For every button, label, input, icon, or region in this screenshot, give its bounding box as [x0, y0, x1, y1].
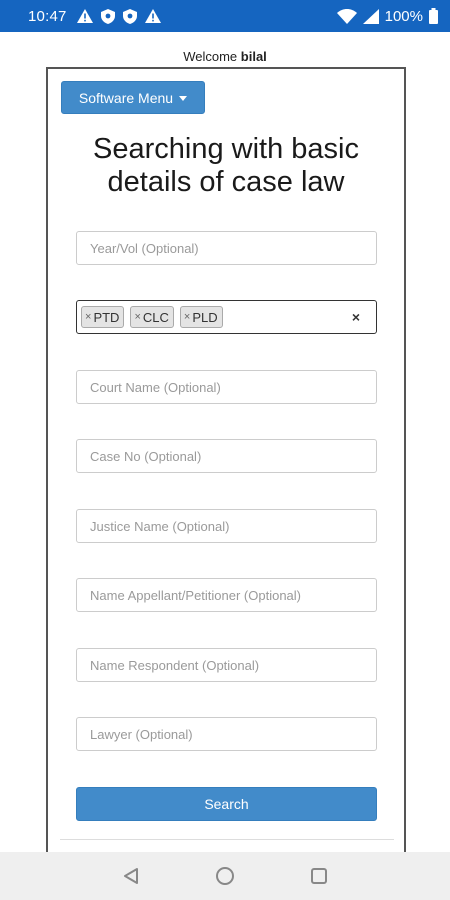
- lawyer-input[interactable]: [76, 717, 377, 751]
- welcome-prefix: Welcome: [183, 49, 238, 64]
- divider: [60, 839, 394, 840]
- back-triangle-icon: [124, 868, 138, 884]
- welcome-message: Welcome bilal: [0, 49, 450, 64]
- tag-remove-icon[interactable]: ×: [85, 311, 91, 323]
- respondent-input[interactable]: [76, 648, 377, 682]
- tag-remove-icon[interactable]: ×: [134, 311, 140, 323]
- shield-icon: [122, 8, 137, 24]
- search-button[interactable]: Search: [76, 787, 377, 821]
- welcome-username: bilal: [240, 49, 267, 64]
- status-bar: 10:47 100%: [0, 0, 450, 32]
- search-card: Software Menu Searching with basic detai…: [46, 67, 406, 867]
- status-time: 10:47: [28, 7, 67, 25]
- journal-multiselect[interactable]: × PTD × CLC × PLD ×: [76, 300, 377, 334]
- justice-name-input[interactable]: [76, 509, 377, 543]
- software-menu-label: Software Menu: [78, 89, 174, 106]
- year-vol-input[interactable]: [76, 231, 377, 265]
- tag-remove-icon[interactable]: ×: [184, 311, 190, 323]
- status-right: 100%: [336, 7, 438, 25]
- software-menu-button[interactable]: Software Menu: [61, 81, 205, 114]
- navigation-bar: [0, 852, 450, 900]
- back-button[interactable]: [114, 859, 148, 893]
- journal-tag: × CLC: [130, 306, 174, 328]
- case-no-input[interactable]: [76, 439, 377, 473]
- court-name-input[interactable]: [76, 370, 377, 404]
- battery-icon: [429, 8, 438, 24]
- journal-tag: × PLD: [179, 306, 223, 328]
- recents-square-icon: [311, 868, 327, 884]
- journal-tag: × PTD: [81, 306, 125, 328]
- shield-icon: [100, 8, 115, 24]
- battery-percent: 100%: [384, 7, 423, 25]
- warning-icon: [76, 9, 93, 23]
- warning-icon: [144, 9, 161, 23]
- recents-button[interactable]: [302, 859, 336, 893]
- signal-icon: [362, 8, 379, 24]
- journal-tag-label: CLC: [142, 309, 169, 325]
- caret-down-icon: [179, 96, 188, 101]
- status-left: 10:47: [28, 8, 161, 25]
- appellant-input[interactable]: [76, 578, 377, 612]
- notification-icons: [76, 8, 161, 24]
- journal-tag-label: PLD: [192, 309, 218, 325]
- page-title: Searching with basic details of case law: [93, 133, 359, 198]
- home-circle-icon: [216, 867, 234, 885]
- clear-all-icon[interactable]: ×: [352, 309, 360, 325]
- home-button[interactable]: [208, 859, 242, 893]
- wifi-icon: [336, 8, 357, 24]
- journal-tag-label: PTD: [93, 309, 120, 325]
